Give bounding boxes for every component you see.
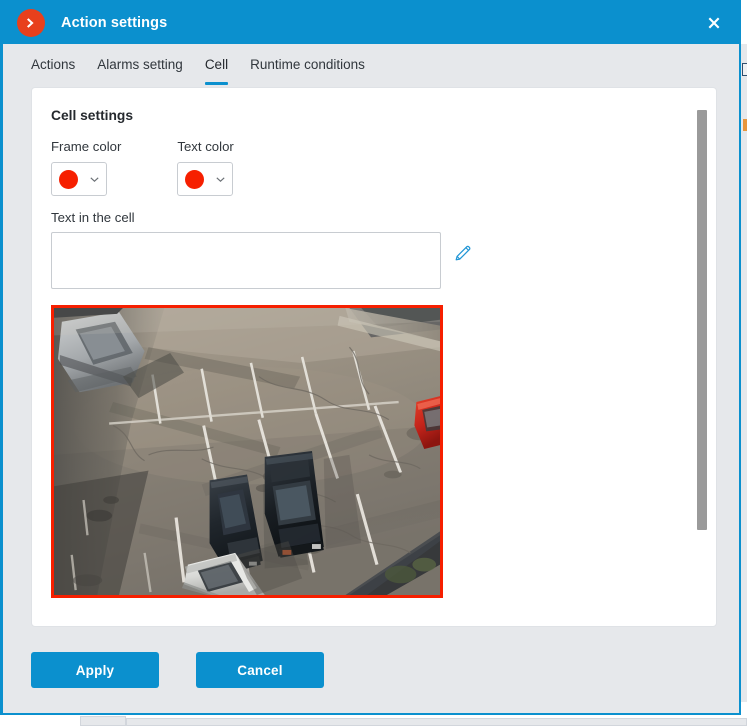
tab-actions-label: Actions <box>31 57 76 72</box>
dialog-title: Action settings <box>61 15 168 31</box>
frame-color-swatch <box>59 169 78 189</box>
text-color-select[interactable] <box>177 162 234 196</box>
text-in-cell-row <box>51 232 690 289</box>
cell-settings-content: Cell settings Frame color Text color Tex… <box>32 88 716 626</box>
text-in-cell-label: Text in the cell <box>51 210 135 225</box>
dialog-tabbar: Actions Alarms setting Cell Runtime cond… <box>3 44 739 87</box>
text-color-label: Text color <box>177 139 234 154</box>
tab-actions[interactable]: Actions <box>31 57 89 73</box>
cell-settings-card-wrapper: Cell settings Frame color Text color Tex… <box>3 87 739 627</box>
camera-cell-preview[interactable] <box>51 305 443 598</box>
tab-alarms-setting[interactable]: Alarms setting <box>97 57 197 73</box>
text-in-cell-input[interactable] <box>51 232 441 289</box>
tab-cell-label: Cell <box>204 57 229 72</box>
tab-runtime-conditions-label: Runtime conditions <box>250 57 365 72</box>
pencil-icon[interactable] <box>453 243 473 263</box>
background-widget-upper <box>742 63 747 76</box>
dialog-footer: Apply Cancel <box>3 627 739 713</box>
action-settings-dialog: Action settings Actions Alarms setting C… <box>0 0 741 715</box>
apply-button[interactable]: Apply <box>31 652 159 688</box>
camera-cell-preview-image <box>54 308 440 595</box>
frame-color-select[interactable] <box>51 162 107 196</box>
circle-arrow-right-icon <box>17 9 45 37</box>
close-icon[interactable] <box>699 8 729 38</box>
card-scrollbar-thumb[interactable] <box>697 110 707 530</box>
frame-color-label: Frame color <box>51 139 122 154</box>
tab-cell[interactable]: Cell <box>204 57 242 85</box>
color-pickers-row: Frame color Text color <box>51 139 690 196</box>
section-title: Cell settings <box>51 108 134 123</box>
background-widget-marker <box>743 119 747 131</box>
tab-alarms-setting-label: Alarms setting <box>97 57 183 72</box>
chevron-down-icon <box>89 174 100 185</box>
chevron-down-icon <box>215 174 226 185</box>
background-panel-bottom-wide <box>126 718 747 726</box>
text-color-swatch <box>185 169 205 189</box>
tab-runtime-conditions[interactable]: Runtime conditions <box>250 57 379 73</box>
cancel-button[interactable]: Cancel <box>196 652 324 688</box>
cell-settings-card: Cell settings Frame color Text color Tex… <box>31 87 717 627</box>
background-panel-right <box>741 44 747 702</box>
frame-color-group: Frame color <box>51 139 121 196</box>
card-vertical-scrollbar[interactable] <box>697 88 707 626</box>
text-color-group: Text color <box>177 139 234 196</box>
dialog-titlebar: Action settings <box>3 2 739 44</box>
background-panel-bottom <box>80 716 126 726</box>
